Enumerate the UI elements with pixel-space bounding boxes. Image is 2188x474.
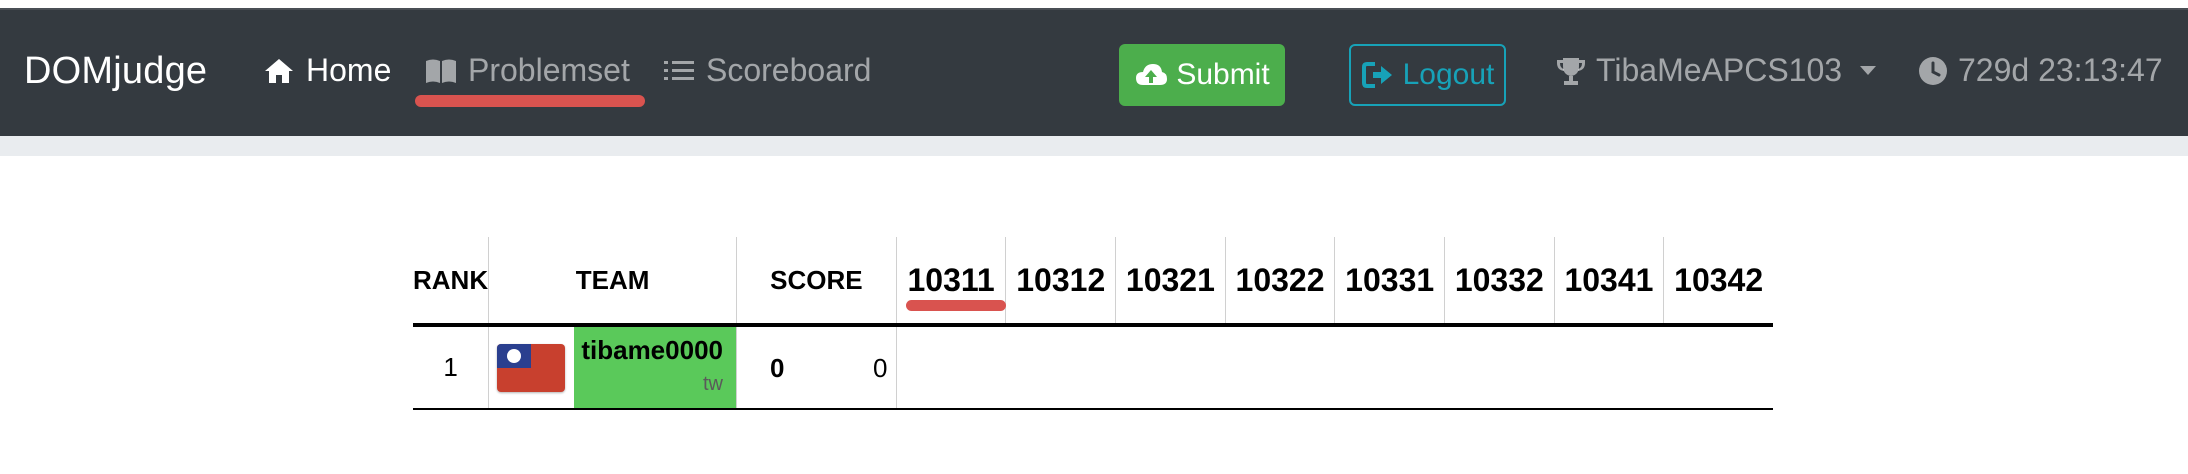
team-name: tibame0000 (581, 335, 723, 365)
nav-problemset-label: Problemset (468, 52, 630, 88)
nav-scoreboard-label: Scoreboard (706, 52, 872, 88)
contest-countdown: 729d 23:13:47 (1916, 52, 2163, 89)
submit-button[interactable]: Submit (1119, 44, 1285, 106)
rank-header: RANK (413, 264, 489, 295)
penalty-time: 0 (873, 353, 888, 383)
top-navbar: DOMjudge Home Problemset Scoreboard Subm… (0, 8, 2188, 136)
table-row[interactable]: 1 tibame0000 tw 0 0 (413, 325, 1773, 409)
cloud-upload-icon (1134, 58, 1168, 92)
scoreboard-table: RANK TEAM SCORE 10311 10312 10321 10322 … (413, 237, 1773, 410)
affiliation-cell (488, 325, 574, 409)
nav-home-label: Home (306, 52, 392, 88)
logout-label: Logout (1402, 58, 1495, 91)
user-menu-dropdown[interactable]: TibaMeAPCS103 (1554, 52, 1877, 89)
team-affiliation: tw (703, 373, 723, 395)
nav-scoreboard[interactable]: Scoreboard (662, 52, 871, 89)
problem-header-10331[interactable]: 10331 (1334, 237, 1445, 325)
problem-header-10322[interactable]: 10322 (1224, 237, 1335, 325)
clock-icon (1916, 54, 1950, 88)
taiwan-flag-icon (497, 343, 566, 392)
header-separator (0, 136, 2188, 156)
problem-header-10341[interactable]: 10341 (1553, 237, 1664, 325)
user-name: TibaMeAPCS103 (1596, 52, 1843, 88)
list-icon (662, 54, 696, 88)
chevron-down-icon (1860, 66, 1877, 75)
score-cell: 0 0 (736, 325, 897, 409)
submit-label: Submit (1176, 58, 1270, 91)
annotation-underline-10311 (906, 300, 1006, 311)
problem-header-10312[interactable]: 10312 (1005, 237, 1116, 325)
home-icon (262, 54, 296, 88)
problem-header-10332[interactable]: 10332 (1443, 237, 1555, 325)
solved-count: 0 (770, 353, 785, 383)
team-header: TEAM (488, 237, 737, 325)
annotation-underline-problemset (415, 95, 645, 107)
scoreboard-header-row: RANK TEAM SCORE 10311 10312 10321 10322 … (413, 237, 1773, 325)
logout-button[interactable]: Logout (1349, 44, 1506, 106)
brand-logo[interactable]: DOMjudge (24, 50, 207, 93)
problem-header-10342[interactable]: 10342 (1663, 237, 1773, 325)
trophy-icon (1554, 54, 1588, 88)
problem-results-empty (895, 325, 1773, 409)
nav-problemset[interactable]: Problemset (424, 52, 630, 89)
problem-header-10311[interactable]: 10311 (895, 237, 1006, 325)
team-cell[interactable]: tibame0000 tw (573, 325, 737, 409)
score-header: SCORE (736, 237, 897, 325)
countdown-text: 729d 23:13:47 (1958, 52, 2163, 88)
window-top-edge (0, 0, 2188, 8)
sign-out-icon (1361, 58, 1395, 92)
problem-header-10321[interactable]: 10321 (1115, 237, 1226, 325)
nav-home[interactable]: Home (262, 52, 391, 89)
book-icon (424, 54, 458, 88)
team-rank: 1 (443, 352, 458, 382)
